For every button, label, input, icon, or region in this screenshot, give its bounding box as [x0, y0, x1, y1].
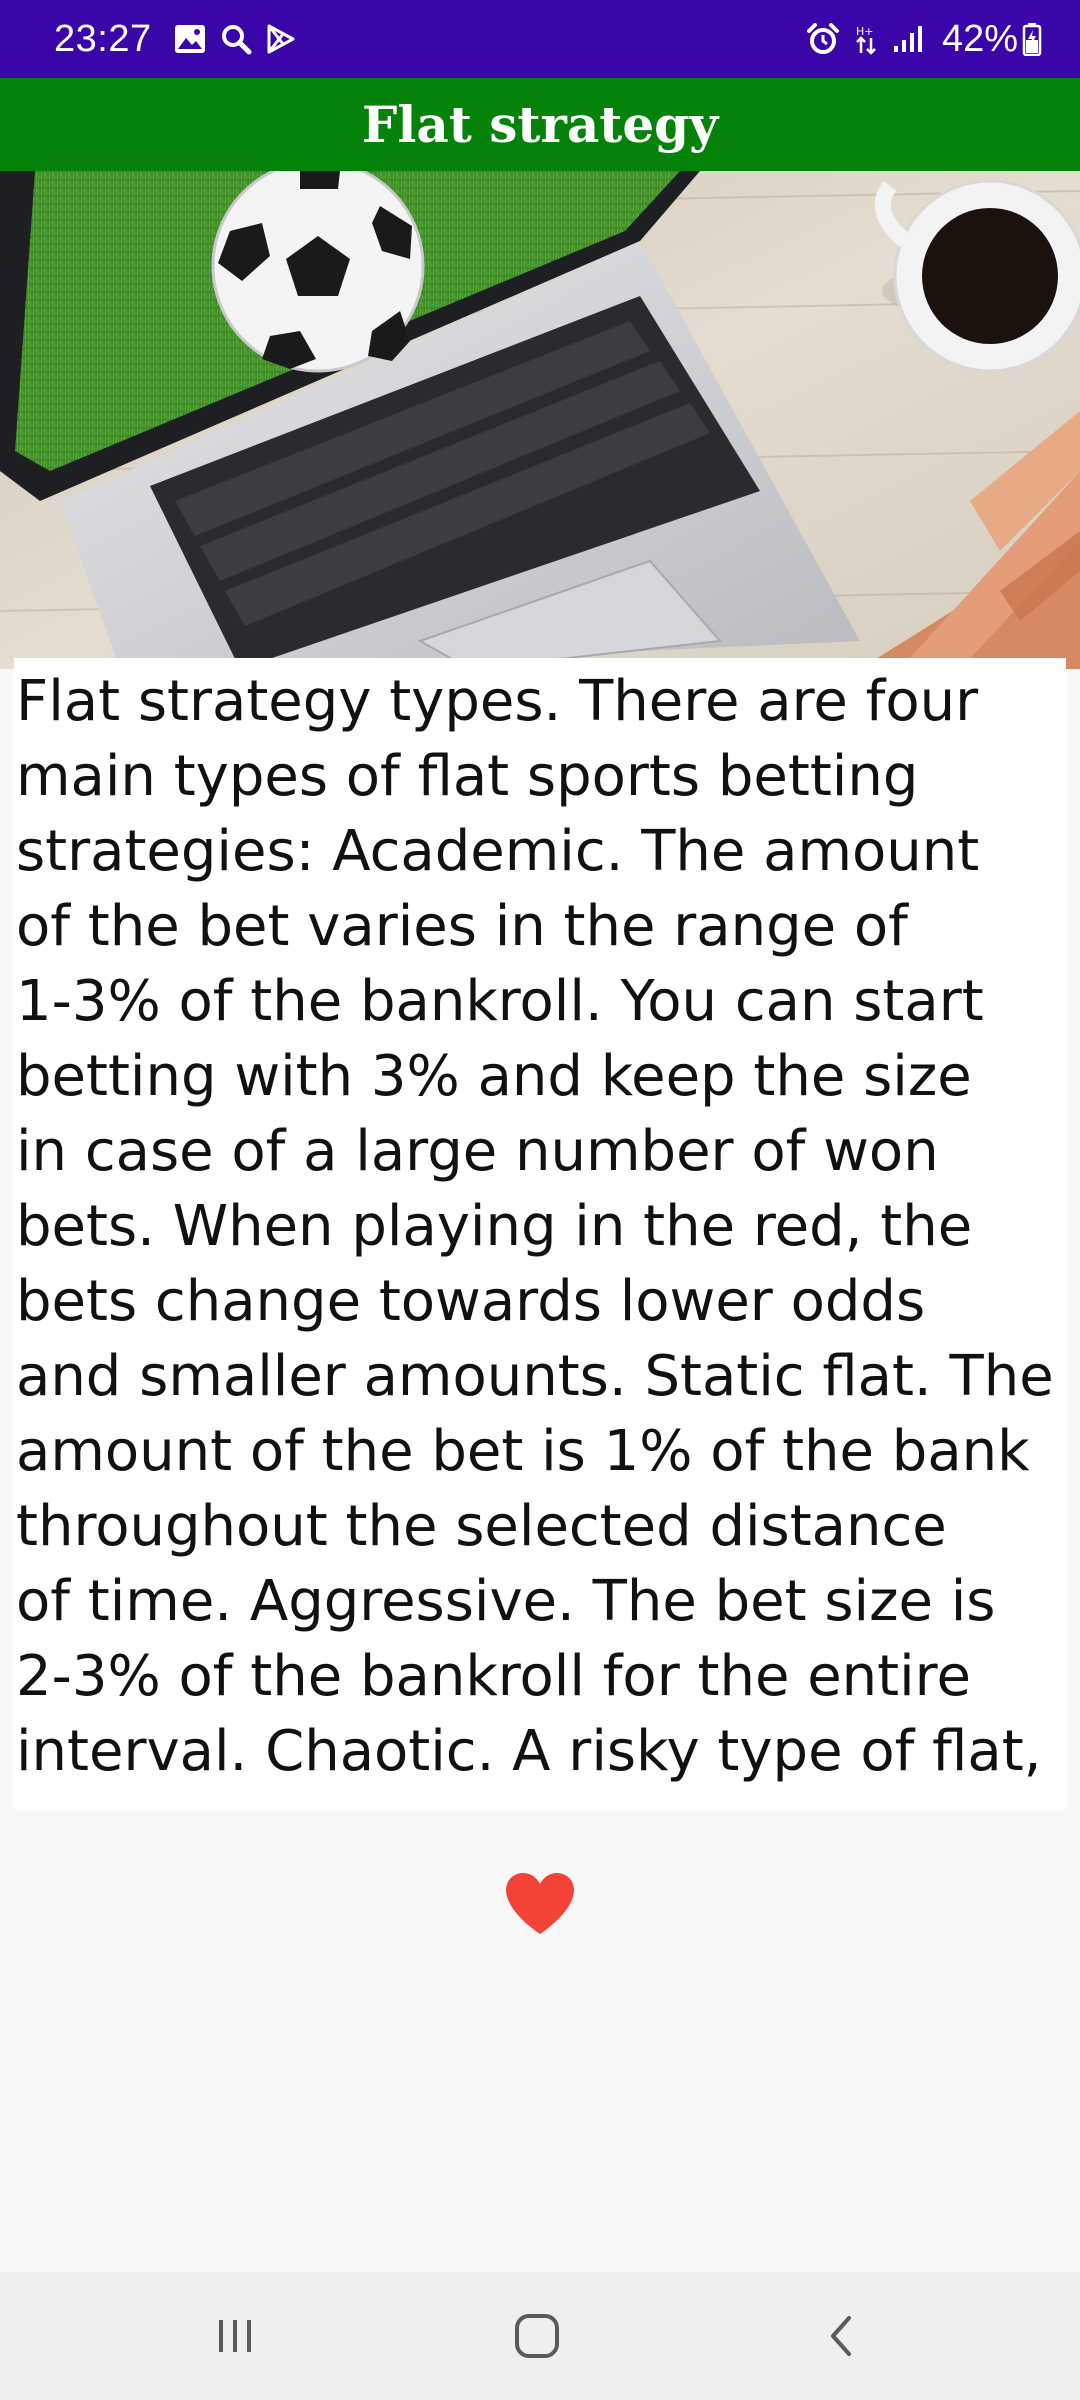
article-line: bets. When playing in the red, the: [16, 1194, 973, 1259]
data-transfer-icon: H+: [854, 23, 878, 55]
article-line: throughout the selected distance: [16, 1494, 947, 1559]
svg-text:H+: H+: [856, 25, 874, 38]
page-title: Flat strategy: [361, 95, 719, 154]
back-button[interactable]: [806, 2304, 876, 2368]
signal-icon: [892, 24, 924, 54]
article-line: amount of the bet is 1% of the bank: [16, 1419, 1030, 1484]
alarm-icon: [806, 23, 840, 55]
home-icon: [515, 2314, 559, 2358]
article-text: Flat strategy types. There are four main …: [14, 658, 1066, 1789]
hero-image: [0, 171, 1080, 669]
article-line: interval. Chaotic. A risky type of flat,: [16, 1719, 1042, 1784]
favorite-button[interactable]: [504, 1872, 576, 1936]
gallery-icon: [174, 24, 206, 54]
app-bar: Flat strategy: [0, 78, 1080, 171]
article-line: and smaller amounts. Static flat. The: [16, 1344, 1054, 1409]
recent-apps-icon: [219, 2320, 251, 2352]
heart-icon: [506, 1873, 574, 1934]
article-line: in case of a large number of won: [16, 1119, 939, 1184]
recent-apps-button[interactable]: [200, 2304, 270, 2368]
article-line: strategies: Academic. The amount: [16, 819, 980, 884]
article-line: of the bet varies in the range of: [16, 894, 908, 959]
status-right: H+ 42%: [806, 18, 1042, 61]
article-line: 1-3% of the bankroll. You can start: [16, 969, 984, 1034]
battery-icon: [1022, 22, 1042, 56]
play-store-icon: [266, 24, 296, 54]
article-line: bets change towards lower odds: [16, 1269, 926, 1334]
battery-percent: 42%: [941, 17, 1018, 60]
search-icon: [220, 23, 252, 55]
article-line: betting with 3% and keep the size: [16, 1044, 972, 1109]
article-line: main types of flat sports betting: [16, 744, 919, 809]
home-button[interactable]: [502, 2304, 572, 2368]
status-left: 23:27: [54, 18, 310, 61]
navigation-bar: [0, 2272, 1080, 2400]
article-line: of time. Aggressive. The bet size is: [16, 1569, 996, 1634]
back-icon: [831, 2316, 851, 2356]
status-time: 23:27: [54, 17, 152, 60]
status-bar: 23:27 H+ 42%: [0, 0, 1080, 78]
article-text-container: Flat strategy types. There are four main …: [14, 658, 1066, 1810]
article-line: 2-3% of the bankroll for the entire: [16, 1644, 971, 1709]
article-line: Flat strategy types. There are four: [16, 669, 979, 734]
